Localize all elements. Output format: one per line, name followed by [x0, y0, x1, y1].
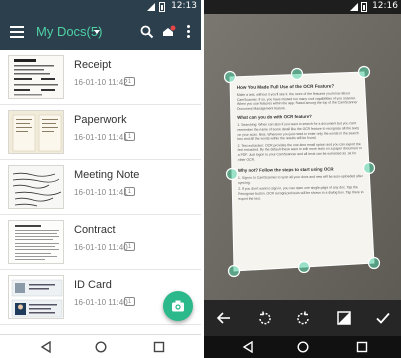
document-paragraph: 2. Text extraction: OCR provides the one… [237, 141, 362, 162]
left-phone-screen: 12:13 My Docs(5) Receipt 16-01-10 11:42 … [0, 0, 201, 358]
sync-cloud-icon[interactable] [160, 24, 176, 40]
camera-capture-button[interactable] [163, 291, 193, 321]
crop-handle-top-left[interactable] [223, 70, 237, 84]
back-triangle-icon[interactable] [242, 341, 254, 353]
document-heading: How You Made Full Use of the OCR Feature… [236, 83, 335, 90]
document-section-heading: What can you do with OCR feature? [237, 114, 312, 121]
battery-icon [361, 2, 367, 12]
document-thumbnail [8, 55, 64, 99]
home-circle-icon[interactable] [95, 341, 107, 353]
recents-square-icon[interactable] [356, 341, 368, 353]
system-nav-bar [0, 334, 201, 358]
system-nav-bar [204, 336, 401, 358]
app-title[interactable]: My Docs(5) [36, 24, 102, 39]
signal-icon [350, 3, 358, 11]
crop-handle-left-center[interactable] [225, 167, 239, 181]
rotate-right-icon[interactable] [296, 310, 312, 326]
checkmark-icon[interactable] [375, 310, 391, 326]
status-time: 12:13 [171, 1, 197, 11]
crop-handle-bottom-right[interactable] [367, 256, 381, 270]
document-paragraph: 1. Searching: When can also if you want … [237, 121, 360, 142]
status-bar: 12:13 [0, 0, 201, 14]
battery-icon [159, 2, 165, 12]
document-list: Receipt 16-01-10 11:42 1 Paperwork 16-01… [0, 50, 201, 325]
document-name: Paperwork [74, 114, 127, 126]
recents-square-icon[interactable] [153, 341, 165, 353]
crop-handle-top-center[interactable] [290, 67, 304, 81]
signal-icon [147, 3, 155, 11]
more-options-icon[interactable] [185, 25, 191, 39]
list-item[interactable]: Contract 16-01-10 11:40 1 [0, 215, 201, 270]
document-name: ID Card [74, 279, 112, 291]
crop-handle-bottom-left[interactable] [227, 264, 241, 278]
hamburger-menu-icon[interactable] [10, 26, 24, 38]
crop-toolbar [204, 300, 401, 336]
document-name: Receipt [74, 59, 112, 71]
crop-handle-top-right[interactable] [357, 65, 371, 79]
document-section-heading: Why not? Follow the steps to start using… [237, 166, 334, 173]
list-item[interactable]: Meeting Note 16-01-10 11:41 1 [0, 160, 201, 215]
image-enhance-icon[interactable] [336, 310, 352, 326]
document-date: 16-01-10 11:40 [74, 243, 128, 252]
document-thumbnail [8, 165, 64, 209]
crop-viewer[interactable]: How You Made Full Use of the OCR Feature… [204, 14, 401, 300]
status-time: 12:16 [372, 1, 398, 11]
document-paragraph: 1. Sign in to CamScanner to sync all you… [238, 174, 363, 185]
page-count-badge: 1 [124, 132, 135, 141]
document-paragraph: 2. If you don't want to sign in, you can… [238, 185, 364, 201]
right-phone-screen: 12:16 How You Made Full Use of the OCR F… [204, 0, 401, 358]
document-date: 16-01-10 11:42 [74, 78, 128, 87]
document-text-block: How You Made Full Use of the OCR Feature… [233, 79, 370, 267]
status-bar: 12:16 [204, 0, 401, 14]
app-bar: My Docs(5) [0, 14, 201, 50]
page-count-badge: 1 [124, 297, 135, 306]
crop-handle-bottom-center[interactable] [297, 260, 311, 274]
page-count-badge: 1 [124, 187, 135, 196]
page-count-badge: 1 [124, 77, 135, 86]
document-thumbnail [8, 220, 64, 264]
document-intro: Make a test, without it you'll see it. t… [236, 91, 358, 111]
document-thumbnail [8, 110, 64, 154]
document-date: 16-01-10 11:41 [74, 133, 128, 142]
camera-icon [172, 300, 184, 312]
back-triangle-icon[interactable] [40, 341, 52, 353]
document-date: 16-01-10 11:41 [74, 188, 128, 197]
document-date: 16-01-10 11:40 [74, 298, 128, 307]
document-thumbnail [8, 275, 64, 319]
page-count-badge: 1 [124, 242, 135, 251]
list-item[interactable]: Receipt 16-01-10 11:42 1 [0, 50, 201, 105]
title-dropdown-caret-icon[interactable] [94, 30, 100, 34]
list-item[interactable]: Paperwork 16-01-10 11:41 1 [0, 105, 201, 160]
crop-handle-right-center[interactable] [362, 161, 376, 175]
document-name: Meeting Note [74, 169, 140, 181]
rotate-left-icon[interactable] [256, 310, 272, 326]
document-name: Contract [74, 224, 116, 236]
back-arrow-icon[interactable] [216, 310, 232, 326]
home-circle-icon[interactable] [297, 341, 309, 353]
search-icon[interactable] [140, 25, 154, 39]
